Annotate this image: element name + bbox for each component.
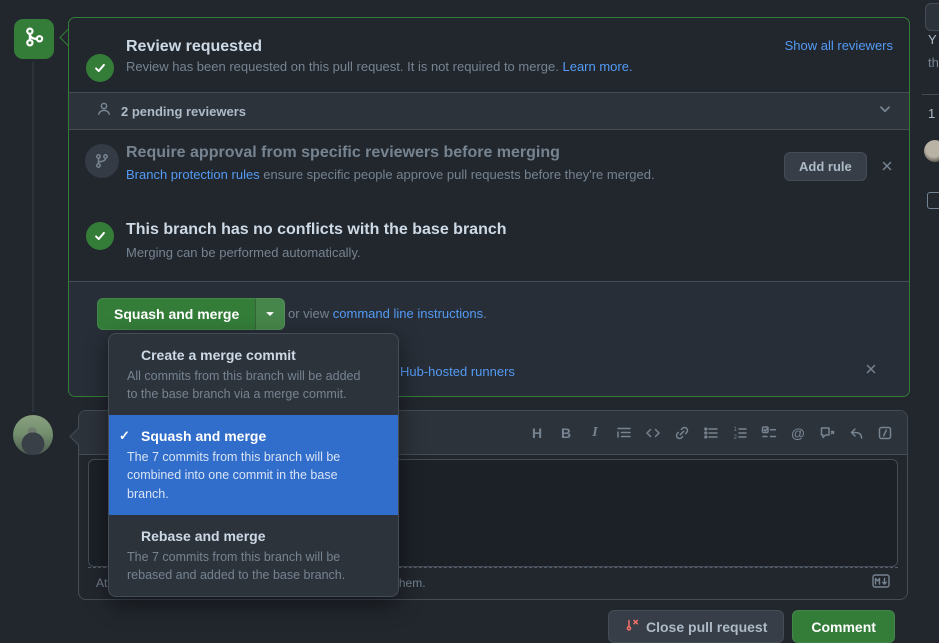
git-merge-icon <box>23 26 45 53</box>
add-rule-button[interactable]: Add rule <box>784 152 867 181</box>
cross-reference-icon[interactable] <box>819 425 835 441</box>
sidebar-button-fragment[interactable] <box>925 3 939 31</box>
no-conflicts-desc: Merging can be performed automatically. <box>126 245 361 260</box>
menu-item-rebase-and-merge[interactable]: ✓Rebase and merge The 7 commits from thi… <box>109 515 398 596</box>
menu-item-squash-and-merge[interactable]: ✓Squash and merge The 7 commits from thi… <box>109 415 398 514</box>
code-icon[interactable] <box>645 425 661 441</box>
merge-status-badge <box>14 19 54 59</box>
learn-more-link[interactable]: Learn more. <box>562 59 632 74</box>
heading-icon[interactable]: H <box>529 425 545 441</box>
quote-icon[interactable] <box>616 425 632 441</box>
conflicts-check-icon <box>86 222 114 250</box>
close-pull-request-button[interactable]: Close pull request <box>608 610 784 643</box>
pr-closed-icon <box>625 618 639 635</box>
comment-form-actions: Close pull request Comment <box>608 610 895 643</box>
sidebar-divider <box>922 94 939 95</box>
protection-close-icon[interactable] <box>880 159 894 177</box>
hosted-runners-link-fragment[interactable]: Hub-hosted runners <box>400 364 515 379</box>
sidebar-avatar-fragment[interactable] <box>924 140 939 162</box>
git-branch-icon <box>85 144 119 178</box>
review-requested-desc: Review has been requested on this pull r… <box>126 59 633 74</box>
ordered-list-icon[interactable]: 12 <box>732 425 748 441</box>
merge-method-dropdown: ✓Create a merge commit All commits from … <box>108 333 399 597</box>
runners-notice-close-icon[interactable] <box>864 362 878 381</box>
sidebar-text-fragment-3: 1 <box>928 106 935 121</box>
squash-and-merge-button[interactable]: Squash and merge <box>97 298 255 330</box>
merge-options-caret-button[interactable] <box>255 298 285 330</box>
user-avatar[interactable] <box>13 415 53 455</box>
check-icon: ✓ <box>119 428 135 444</box>
svg-text:1: 1 <box>734 427 738 433</box>
reply-icon[interactable] <box>848 425 864 441</box>
italic-icon[interactable]: I <box>587 425 603 441</box>
sidebar-text-fragment-2: th <box>928 55 939 70</box>
show-all-reviewers-link[interactable]: Show all reviewers <box>785 38 893 53</box>
review-requested-title: Review requested <box>126 38 262 56</box>
task-list-icon[interactable] <box>761 425 777 441</box>
person-icon <box>96 101 112 122</box>
unordered-list-icon[interactable] <box>703 425 719 441</box>
command-line-instructions-link[interactable]: command line instructions <box>333 306 483 321</box>
protection-title: Require approval from specific reviewers… <box>126 144 560 162</box>
comment-button[interactable]: Comment <box>792 610 895 643</box>
markdown-icon <box>872 574 890 593</box>
branch-protection-rules-link[interactable]: Branch protection rules <box>126 167 260 182</box>
timeline-line <box>32 62 34 412</box>
mention-icon[interactable]: @ <box>790 425 806 441</box>
sidebar-text-fragment-1: Y <box>928 32 937 47</box>
merge-split-button: Squash and merge <box>97 298 285 330</box>
link-icon[interactable] <box>674 425 690 441</box>
cli-instructions-text: or view command line instructions. <box>288 306 487 321</box>
menu-item-create-merge-commit[interactable]: ✓Create a merge commit All commits from … <box>109 334 398 415</box>
pending-reviewers-row[interactable]: 2 pending reviewers <box>69 92 909 130</box>
bold-icon[interactable]: B <box>558 425 574 441</box>
review-check-icon <box>86 54 114 82</box>
chevron-down-icon[interactable] <box>877 101 893 122</box>
no-conflicts-title: This branch has no conflicts with the ba… <box>126 221 507 239</box>
protection-desc: Branch protection rules ensure specific … <box>126 167 655 182</box>
saved-replies-icon[interactable] <box>877 425 893 441</box>
svg-text:2: 2 <box>734 435 738 441</box>
sidebar-partial-icon <box>927 192 939 209</box>
pending-reviewers-label: 2 pending reviewers <box>121 104 246 119</box>
